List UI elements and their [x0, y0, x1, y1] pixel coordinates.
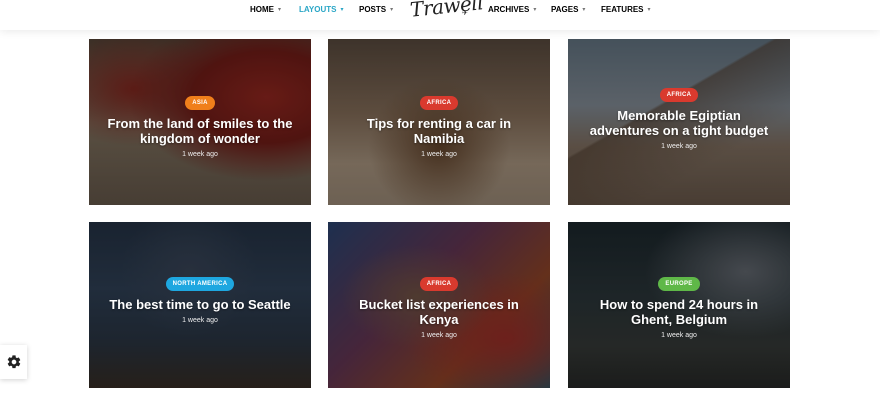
- post-title[interactable]: Tips for renting a car in Namibia: [344, 116, 534, 146]
- post-title[interactable]: From the land of smiles to the kingdom o…: [105, 116, 295, 146]
- post-date: 1 week ago: [182, 151, 218, 158]
- post-title[interactable]: How to spend 24 hours in Ghent, Belgium: [584, 297, 774, 327]
- post-card[interactable]: NORTH AMERICA The best time to go to Sea…: [89, 222, 311, 388]
- category-badge[interactable]: NORTH AMERICA: [165, 277, 235, 291]
- post-card[interactable]: AFRICA Bucket list experiences in Kenya …: [328, 222, 550, 388]
- category-badge[interactable]: EUROPE: [658, 277, 700, 291]
- post-date: 1 week ago: [661, 143, 697, 150]
- chevron-down-icon: ▾: [340, 7, 344, 13]
- nav-item-posts[interactable]: POSTS ▾: [359, 5, 393, 14]
- post-card[interactable]: EUROPE How to spend 24 hours in Ghent, B…: [568, 222, 790, 388]
- post-date: 1 week ago: [421, 151, 457, 158]
- plane-icon: ✈: [462, 10, 468, 17]
- post-card[interactable]: AFRICA Tips for renting a car in Namibia…: [328, 39, 550, 205]
- chevron-down-icon: ▾: [390, 7, 394, 13]
- nav-item-label: PAGES: [551, 5, 579, 14]
- nav-item-label: LAYOUTS: [299, 5, 337, 14]
- site-logo[interactable]: Trawell: [409, 0, 484, 22]
- category-badge[interactable]: AFRICA: [419, 96, 459, 110]
- category-badge[interactable]: AFRICA: [419, 277, 459, 291]
- nav-item-label: FEATURES: [601, 5, 644, 14]
- nav-item-label: POSTS: [359, 5, 387, 14]
- post-card[interactable]: ASIA From the land of smiles to the king…: [89, 39, 311, 205]
- post-date: 1 week ago: [182, 317, 218, 324]
- nav-item-home[interactable]: HOME ▾: [250, 5, 281, 14]
- chevron-down-icon: ▾: [647, 7, 651, 13]
- nav-item-layouts[interactable]: LAYOUTS ▾: [299, 5, 344, 14]
- category-badge[interactable]: ASIA: [185, 96, 215, 110]
- nav-item-pages[interactable]: PAGES ▾: [551, 5, 585, 14]
- nav-item-features[interactable]: FEATURES ▾: [601, 5, 651, 14]
- post-title[interactable]: The best time to go to Seattle: [105, 297, 295, 312]
- gear-icon: [7, 355, 20, 369]
- chevron-down-icon: ▾: [278, 7, 282, 13]
- post-date: 1 week ago: [661, 332, 697, 339]
- chevron-down-icon: ▾: [533, 7, 537, 13]
- top-navigation-bar: HOME ▾ LAYOUTS ▾ POSTS ▾ Trawell ✈ ARCHI…: [0, 0, 880, 30]
- settings-button[interactable]: [0, 345, 27, 379]
- nav-item-label: HOME: [250, 5, 274, 14]
- post-title[interactable]: Memorable Egiptian adventures on a tight…: [584, 108, 774, 138]
- chevron-down-icon: ▾: [582, 7, 586, 13]
- post-date: 1 week ago: [421, 332, 457, 339]
- category-badge[interactable]: AFRICA: [659, 88, 699, 102]
- nav-item-label: ARCHIVES: [488, 5, 530, 14]
- nav-item-archives[interactable]: ARCHIVES ▾: [488, 5, 536, 14]
- post-title[interactable]: Bucket list experiences in Kenya: [344, 297, 534, 327]
- post-card[interactable]: AFRICA Memorable Egiptian adventures on …: [568, 39, 790, 205]
